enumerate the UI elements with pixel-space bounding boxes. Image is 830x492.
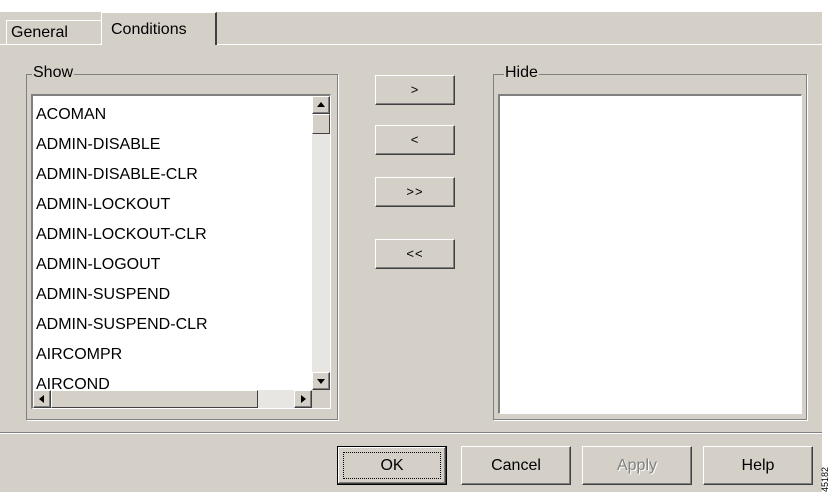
list-item[interactable]: ADMIN-DISABLE-CLR: [36, 160, 208, 190]
arrow-up-icon: [317, 102, 325, 107]
bottom-separator: [0, 432, 822, 434]
tab-general[interactable]: General: [6, 20, 102, 44]
list-item[interactable]: ADMIN-DISABLE: [36, 130, 208, 160]
list-item[interactable]: ADMIN-SUSPEND-CLR: [36, 310, 208, 340]
show-list-vertical-scrollbar[interactable]: [312, 96, 330, 390]
top-strip: [0, 0, 822, 12]
arrow-right-icon: [301, 395, 306, 403]
scroll-right-button[interactable]: [294, 390, 312, 408]
list-item[interactable]: ADMIN-LOCKOUT: [36, 190, 208, 220]
scroll-left-button[interactable]: [33, 390, 51, 408]
show-list-items: ACOMAN ADMIN-DISABLE ADMIN-DISABLE-CLR A…: [36, 100, 208, 400]
move-all-right-button[interactable]: >>: [375, 177, 455, 207]
list-item[interactable]: ADMIN-SUSPEND: [36, 280, 208, 310]
hide-group: Hide: [493, 64, 807, 420]
vertical-scroll-thumb[interactable]: [312, 114, 330, 134]
hide-list[interactable]: [498, 94, 802, 414]
list-item[interactable]: ACOMAN: [36, 100, 208, 130]
conditions-dialog: General Conditions Show ACOMAN ADMIN-DIS…: [0, 0, 822, 492]
scroll-up-button[interactable]: [312, 96, 330, 114]
ok-button-label: OK: [380, 457, 404, 474]
edge-figure-number: 45182: [820, 466, 830, 492]
arrow-left-icon: [39, 395, 44, 403]
list-item[interactable]: ADMIN-LOGOUT: [36, 250, 208, 280]
ok-button[interactable]: OK: [337, 446, 447, 485]
show-group-legend: Show: [32, 64, 75, 82]
hide-group-legend: Hide: [504, 64, 539, 82]
list-item[interactable]: AIRCOMPR: [36, 340, 208, 370]
move-all-left-button[interactable]: <<: [375, 239, 455, 269]
show-list-horizontal-scrollbar[interactable]: [33, 390, 312, 408]
list-item[interactable]: ADMIN-LOCKOUT-CLR: [36, 220, 208, 250]
arrow-down-icon: [317, 379, 325, 384]
cancel-button[interactable]: Cancel: [461, 446, 571, 485]
scroll-down-button[interactable]: [312, 372, 330, 390]
move-right-button[interactable]: >: [375, 75, 455, 105]
scrollbar-corner: [312, 390, 330, 408]
tab-conditions[interactable]: Conditions: [101, 12, 217, 45]
show-group: Show ACOMAN ADMIN-DISABLE ADMIN-DISABLE-…: [26, 64, 338, 420]
horizontal-scroll-thumb[interactable]: [51, 390, 258, 408]
help-button[interactable]: Help: [703, 446, 813, 485]
tab-general-label: General: [11, 24, 68, 41]
show-list[interactable]: ACOMAN ADMIN-DISABLE ADMIN-DISABLE-CLR A…: [31, 94, 331, 409]
tab-conditions-label: Conditions: [111, 21, 187, 38]
apply-button: Apply: [582, 446, 692, 485]
move-left-button[interactable]: <: [375, 125, 455, 155]
